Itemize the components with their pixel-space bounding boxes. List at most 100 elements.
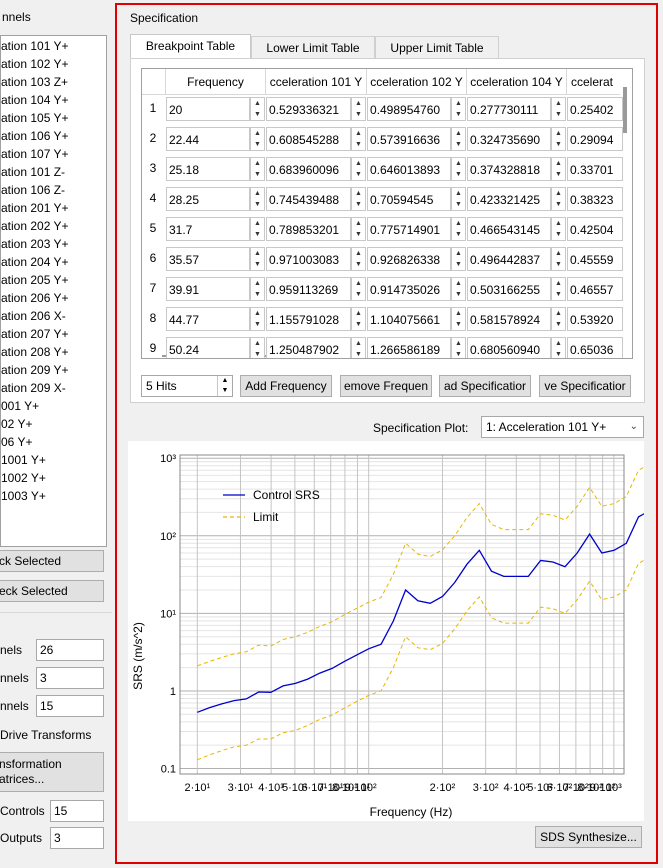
list-item[interactable]: ation 101 Z- bbox=[1, 163, 65, 181]
list-item[interactable]: 02 Y+ bbox=[1, 415, 32, 433]
load-specification-button[interactable]: ad Specificatior bbox=[439, 375, 531, 397]
total-channels-field[interactable]: 26 bbox=[36, 639, 104, 661]
list-item[interactable]: 1001 Y+ bbox=[1, 451, 46, 469]
table-cell[interactable]: 0.29094 bbox=[567, 127, 623, 151]
spin-buttons[interactable]: ▲ ▼ bbox=[250, 217, 265, 241]
table-cell[interactable]: 0.914735026 bbox=[367, 277, 451, 301]
list-item[interactable]: ation 105 Y+ bbox=[1, 109, 69, 127]
table-cell[interactable]: 44.77 bbox=[166, 307, 250, 331]
spin-buttons[interactable]: ▲ ▼ bbox=[551, 247, 566, 271]
list-item[interactable]: 001 Y+ bbox=[1, 397, 39, 415]
transformation-matrices-button[interactable]: nsformation atrices... bbox=[0, 752, 104, 792]
table-cell[interactable]: 0.466543145 bbox=[467, 217, 551, 241]
specification-plot-select[interactable]: 1: Acceleration 101 Y+ ⌄ bbox=[481, 416, 644, 438]
spin-buttons[interactable]: ▲ ▼ bbox=[451, 187, 466, 211]
save-specification-button[interactable]: ve Specificatior bbox=[539, 375, 631, 397]
table-cell[interactable]: 50.24 bbox=[166, 337, 250, 358]
table-cell[interactable]: 0.745439488 bbox=[266, 187, 351, 211]
outputs-field[interactable]: 3 bbox=[50, 827, 104, 849]
vertical-scrollbar-thumb[interactable] bbox=[623, 87, 627, 133]
list-item[interactable]: ation 209 X- bbox=[1, 379, 66, 397]
spin-buttons[interactable]: ▲ ▼ bbox=[250, 277, 265, 301]
spin-buttons[interactable]: ▲ ▼ bbox=[250, 97, 265, 121]
table-cell[interactable]: 25.18 bbox=[166, 157, 250, 181]
spin-buttons[interactable]: ▲ ▼ bbox=[451, 97, 466, 121]
table-cell[interactable]: 0.959113269 bbox=[266, 277, 351, 301]
list-item[interactable]: ation 106 Z- bbox=[1, 181, 65, 199]
spin-buttons[interactable]: ▲ ▼ bbox=[351, 217, 366, 241]
table-cell[interactable]: 0.277730111 bbox=[467, 97, 551, 121]
table-cell[interactable]: 0.573916636 bbox=[367, 127, 451, 151]
column-header[interactable]: ccelerat bbox=[567, 69, 627, 95]
list-item[interactable]: ation 204 Y+ bbox=[1, 253, 69, 271]
table-cell[interactable]: 31.7 bbox=[166, 217, 250, 241]
table-cell[interactable]: 0.498954760 bbox=[367, 97, 451, 121]
spin-buttons[interactable]: ▲ ▼ bbox=[351, 337, 366, 358]
table-cell[interactable]: 0.423321425 bbox=[467, 187, 551, 211]
check-selected-button[interactable]: ck Selected bbox=[0, 550, 104, 572]
tab-breakpoint-table[interactable]: Breakpoint Table bbox=[130, 34, 251, 59]
channels-list[interactable]: ation 101 Y+ ation 102 Y+ ation 103 Z+ atio… bbox=[0, 35, 107, 547]
column-header[interactable]: Frequency bbox=[166, 69, 266, 95]
column-header[interactable]: cceleration 102 Y bbox=[367, 69, 467, 95]
list-item[interactable]: 1002 Y+ bbox=[1, 469, 46, 487]
table-cell[interactable]: 28.25 bbox=[166, 187, 250, 211]
tab-lower-limit-table[interactable]: Lower Limit Table bbox=[251, 36, 375, 58]
spin-buttons[interactable]: ▲ ▼ bbox=[351, 187, 366, 211]
drive-channels-field[interactable]: 3 bbox=[36, 667, 104, 689]
table-cell[interactable]: 0.926826338 bbox=[367, 247, 451, 271]
add-frequency-button[interactable]: Add Frequency bbox=[240, 375, 332, 397]
table-cell[interactable]: 0.38323 bbox=[567, 187, 623, 211]
spin-buttons[interactable]: ▲ ▼ bbox=[250, 157, 265, 181]
table-cell[interactable]: 0.680560940 bbox=[467, 337, 551, 358]
table-cell[interactable]: 0.25402 bbox=[567, 97, 623, 121]
list-item[interactable]: ation 104 Y+ bbox=[1, 91, 69, 109]
table-cell[interactable]: 0.683960096 bbox=[266, 157, 351, 181]
spin-buttons[interactable]: ▲ ▼ bbox=[351, 247, 366, 271]
table-cell[interactable]: 39.91 bbox=[166, 277, 250, 301]
table-cell[interactable]: 0.324735690 bbox=[467, 127, 551, 151]
table-cell[interactable]: 35.57 bbox=[166, 247, 250, 271]
remove-frequency-button[interactable]: emove Frequen bbox=[340, 375, 432, 397]
spin-buttons[interactable]: ▲ ▼ bbox=[351, 307, 366, 331]
table-cell[interactable]: 0.45559 bbox=[567, 247, 623, 271]
table-cell[interactable]: 0.374328818 bbox=[467, 157, 551, 181]
spin-buttons[interactable]: ▲ ▼ bbox=[551, 337, 566, 358]
table-cell[interactable]: 1.155791028 bbox=[266, 307, 351, 331]
table-cell[interactable]: 1.266586189 bbox=[367, 337, 451, 358]
list-item[interactable]: ation 208 Y+ bbox=[1, 343, 69, 361]
list-item[interactable]: ation 106 Y+ bbox=[1, 127, 69, 145]
column-header[interactable]: cceleration 101 Y bbox=[266, 69, 367, 95]
spin-buttons[interactable]: ▲ ▼ bbox=[451, 337, 466, 358]
spin-buttons[interactable]: ▲ ▼ bbox=[551, 157, 566, 181]
sds-synthesize-button[interactable]: SDS Synthesize... bbox=[535, 826, 642, 848]
spin-buttons[interactable]: ▲ ▼ bbox=[451, 307, 466, 331]
list-item[interactable]: ation 102 Y+ bbox=[1, 55, 69, 73]
breakpoint-table[interactable]: Frequency cceleration 101 Y cceleration … bbox=[141, 68, 633, 359]
table-cell[interactable]: 0.775714901 bbox=[367, 217, 451, 241]
list-item[interactable]: ation 107 Y+ bbox=[1, 145, 69, 163]
list-item[interactable]: 06 Y+ bbox=[1, 433, 32, 451]
spin-buttons[interactable]: ▲ ▼ bbox=[250, 247, 265, 271]
list-item[interactable]: ation 206 Y+ bbox=[1, 289, 69, 307]
table-cell[interactable]: 0.53920 bbox=[567, 307, 623, 331]
spin-buttons[interactable]: ▲ ▼ bbox=[451, 217, 466, 241]
table-cell[interactable]: 0.503166255 bbox=[467, 277, 551, 301]
spin-buttons[interactable]: ▲ ▼ bbox=[551, 127, 566, 151]
spin-buttons[interactable]: ▲ ▼ bbox=[551, 187, 566, 211]
spin-buttons[interactable]: ▲ ▼ bbox=[250, 187, 265, 211]
spin-buttons[interactable]: ▲ ▼ bbox=[551, 217, 566, 241]
controls-field[interactable]: 15 bbox=[50, 800, 104, 822]
table-cell[interactable]: 0.496442837 bbox=[467, 247, 551, 271]
list-item[interactable]: ation 209 Y+ bbox=[1, 361, 69, 379]
spin-buttons[interactable]: ▲ ▼ bbox=[451, 247, 466, 271]
list-item[interactable]: ation 203 Y+ bbox=[1, 235, 69, 253]
list-item[interactable]: ation 201 Y+ bbox=[1, 199, 69, 217]
control-channels-field[interactable]: 15 bbox=[36, 695, 104, 717]
list-item[interactable]: ation 207 Y+ bbox=[1, 325, 69, 343]
list-item[interactable]: ation 202 Y+ bbox=[1, 217, 69, 235]
table-cell[interactable]: 0.646013893 bbox=[367, 157, 451, 181]
column-header[interactable]: cceleration 104 Y bbox=[467, 69, 567, 95]
list-item[interactable]: ation 206 X- bbox=[1, 307, 66, 325]
hits-spin-icon[interactable]: ▲ ▼ bbox=[217, 376, 232, 396]
